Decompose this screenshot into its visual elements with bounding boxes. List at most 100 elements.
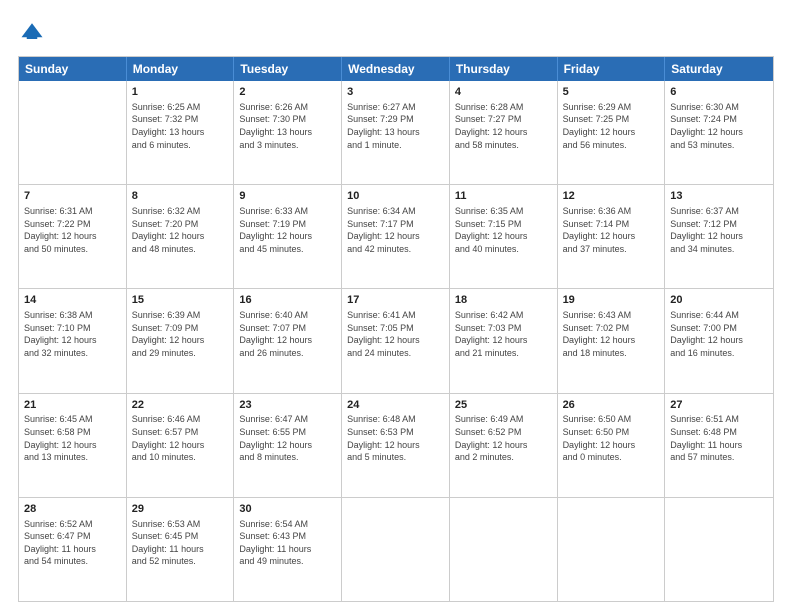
day-number: 27 [670, 398, 768, 413]
calendar-row: 14Sunrise: 6:38 AM Sunset: 7:10 PM Dayli… [19, 288, 773, 392]
day-number: 26 [563, 398, 660, 413]
calendar: SundayMondayTuesdayWednesdayThursdayFrid… [18, 56, 774, 602]
calendar-cell: 16Sunrise: 6:40 AM Sunset: 7:07 PM Dayli… [234, 289, 342, 392]
logo [18, 18, 50, 46]
day-number: 20 [670, 293, 768, 308]
day-number: 22 [132, 398, 229, 413]
calendar-cell: 4Sunrise: 6:28 AM Sunset: 7:27 PM Daylig… [450, 81, 558, 184]
cell-info: Sunrise: 6:53 AM Sunset: 6:45 PM Dayligh… [132, 518, 229, 568]
cell-info: Sunrise: 6:34 AM Sunset: 7:17 PM Dayligh… [347, 205, 444, 255]
calendar-cell: 30Sunrise: 6:54 AM Sunset: 6:43 PM Dayli… [234, 498, 342, 601]
calendar-cell: 23Sunrise: 6:47 AM Sunset: 6:55 PM Dayli… [234, 394, 342, 497]
day-number: 16 [239, 293, 336, 308]
cell-info: Sunrise: 6:48 AM Sunset: 6:53 PM Dayligh… [347, 413, 444, 463]
calendar-body: 1Sunrise: 6:25 AM Sunset: 7:32 PM Daylig… [19, 81, 773, 601]
cell-info: Sunrise: 6:45 AM Sunset: 6:58 PM Dayligh… [24, 413, 121, 463]
day-number: 11 [455, 189, 552, 204]
cell-info: Sunrise: 6:52 AM Sunset: 6:47 PM Dayligh… [24, 518, 121, 568]
calendar-cell: 21Sunrise: 6:45 AM Sunset: 6:58 PM Dayli… [19, 394, 127, 497]
day-number: 17 [347, 293, 444, 308]
cell-info: Sunrise: 6:31 AM Sunset: 7:22 PM Dayligh… [24, 205, 121, 255]
day-number: 23 [239, 398, 336, 413]
day-number: 29 [132, 502, 229, 517]
calendar-cell [19, 81, 127, 184]
calendar-row: 28Sunrise: 6:52 AM Sunset: 6:47 PM Dayli… [19, 497, 773, 601]
cell-info: Sunrise: 6:37 AM Sunset: 7:12 PM Dayligh… [670, 205, 768, 255]
day-number: 6 [670, 85, 768, 100]
day-number: 4 [455, 85, 552, 100]
calendar-cell: 18Sunrise: 6:42 AM Sunset: 7:03 PM Dayli… [450, 289, 558, 392]
calendar-cell [342, 498, 450, 601]
calendar-cell: 25Sunrise: 6:49 AM Sunset: 6:52 PM Dayli… [450, 394, 558, 497]
calendar-cell: 2Sunrise: 6:26 AM Sunset: 7:30 PM Daylig… [234, 81, 342, 184]
day-number: 18 [455, 293, 552, 308]
day-number: 19 [563, 293, 660, 308]
calendar-cell: 8Sunrise: 6:32 AM Sunset: 7:20 PM Daylig… [127, 185, 235, 288]
calendar-cell: 29Sunrise: 6:53 AM Sunset: 6:45 PM Dayli… [127, 498, 235, 601]
cell-info: Sunrise: 6:46 AM Sunset: 6:57 PM Dayligh… [132, 413, 229, 463]
day-number: 12 [563, 189, 660, 204]
calendar-cell: 7Sunrise: 6:31 AM Sunset: 7:22 PM Daylig… [19, 185, 127, 288]
cell-info: Sunrise: 6:43 AM Sunset: 7:02 PM Dayligh… [563, 309, 660, 359]
cell-info: Sunrise: 6:30 AM Sunset: 7:24 PM Dayligh… [670, 101, 768, 151]
calendar-cell: 12Sunrise: 6:36 AM Sunset: 7:14 PM Dayli… [558, 185, 666, 288]
calendar-cell: 24Sunrise: 6:48 AM Sunset: 6:53 PM Dayli… [342, 394, 450, 497]
cell-info: Sunrise: 6:44 AM Sunset: 7:00 PM Dayligh… [670, 309, 768, 359]
calendar-cell: 9Sunrise: 6:33 AM Sunset: 7:19 PM Daylig… [234, 185, 342, 288]
day-number: 24 [347, 398, 444, 413]
calendar-row: 1Sunrise: 6:25 AM Sunset: 7:32 PM Daylig… [19, 81, 773, 184]
calendar-header-cell: Sunday [19, 57, 127, 81]
cell-info: Sunrise: 6:39 AM Sunset: 7:09 PM Dayligh… [132, 309, 229, 359]
day-number: 8 [132, 189, 229, 204]
calendar-cell: 20Sunrise: 6:44 AM Sunset: 7:00 PM Dayli… [665, 289, 773, 392]
calendar-cell: 6Sunrise: 6:30 AM Sunset: 7:24 PM Daylig… [665, 81, 773, 184]
day-number: 13 [670, 189, 768, 204]
day-number: 28 [24, 502, 121, 517]
calendar-cell: 22Sunrise: 6:46 AM Sunset: 6:57 PM Dayli… [127, 394, 235, 497]
calendar-header-cell: Monday [127, 57, 235, 81]
cell-info: Sunrise: 6:35 AM Sunset: 7:15 PM Dayligh… [455, 205, 552, 255]
calendar-row: 21Sunrise: 6:45 AM Sunset: 6:58 PM Dayli… [19, 393, 773, 497]
cell-info: Sunrise: 6:40 AM Sunset: 7:07 PM Dayligh… [239, 309, 336, 359]
calendar-cell: 5Sunrise: 6:29 AM Sunset: 7:25 PM Daylig… [558, 81, 666, 184]
day-number: 10 [347, 189, 444, 204]
calendar-cell [450, 498, 558, 601]
calendar-cell: 14Sunrise: 6:38 AM Sunset: 7:10 PM Dayli… [19, 289, 127, 392]
cell-info: Sunrise: 6:51 AM Sunset: 6:48 PM Dayligh… [670, 413, 768, 463]
cell-info: Sunrise: 6:36 AM Sunset: 7:14 PM Dayligh… [563, 205, 660, 255]
calendar-row: 7Sunrise: 6:31 AM Sunset: 7:22 PM Daylig… [19, 184, 773, 288]
calendar-header-row: SundayMondayTuesdayWednesdayThursdayFrid… [19, 57, 773, 81]
calendar-header-cell: Wednesday [342, 57, 450, 81]
day-number: 3 [347, 85, 444, 100]
calendar-cell: 15Sunrise: 6:39 AM Sunset: 7:09 PM Dayli… [127, 289, 235, 392]
day-number: 2 [239, 85, 336, 100]
calendar-cell: 13Sunrise: 6:37 AM Sunset: 7:12 PM Dayli… [665, 185, 773, 288]
header [18, 18, 774, 46]
calendar-cell: 17Sunrise: 6:41 AM Sunset: 7:05 PM Dayli… [342, 289, 450, 392]
calendar-header-cell: Thursday [450, 57, 558, 81]
cell-info: Sunrise: 6:38 AM Sunset: 7:10 PM Dayligh… [24, 309, 121, 359]
calendar-cell: 26Sunrise: 6:50 AM Sunset: 6:50 PM Dayli… [558, 394, 666, 497]
day-number: 7 [24, 189, 121, 204]
day-number: 25 [455, 398, 552, 413]
calendar-cell: 28Sunrise: 6:52 AM Sunset: 6:47 PM Dayli… [19, 498, 127, 601]
page: SundayMondayTuesdayWednesdayThursdayFrid… [0, 0, 792, 612]
calendar-cell [665, 498, 773, 601]
cell-info: Sunrise: 6:41 AM Sunset: 7:05 PM Dayligh… [347, 309, 444, 359]
day-number: 21 [24, 398, 121, 413]
calendar-cell: 10Sunrise: 6:34 AM Sunset: 7:17 PM Dayli… [342, 185, 450, 288]
calendar-header-cell: Tuesday [234, 57, 342, 81]
day-number: 30 [239, 502, 336, 517]
cell-info: Sunrise: 6:25 AM Sunset: 7:32 PM Dayligh… [132, 101, 229, 151]
day-number: 9 [239, 189, 336, 204]
day-number: 14 [24, 293, 121, 308]
day-number: 1 [132, 85, 229, 100]
cell-info: Sunrise: 6:29 AM Sunset: 7:25 PM Dayligh… [563, 101, 660, 151]
cell-info: Sunrise: 6:32 AM Sunset: 7:20 PM Dayligh… [132, 205, 229, 255]
calendar-cell: 19Sunrise: 6:43 AM Sunset: 7:02 PM Dayli… [558, 289, 666, 392]
calendar-cell: 3Sunrise: 6:27 AM Sunset: 7:29 PM Daylig… [342, 81, 450, 184]
calendar-cell: 1Sunrise: 6:25 AM Sunset: 7:32 PM Daylig… [127, 81, 235, 184]
day-number: 15 [132, 293, 229, 308]
calendar-cell: 11Sunrise: 6:35 AM Sunset: 7:15 PM Dayli… [450, 185, 558, 288]
cell-info: Sunrise: 6:28 AM Sunset: 7:27 PM Dayligh… [455, 101, 552, 151]
